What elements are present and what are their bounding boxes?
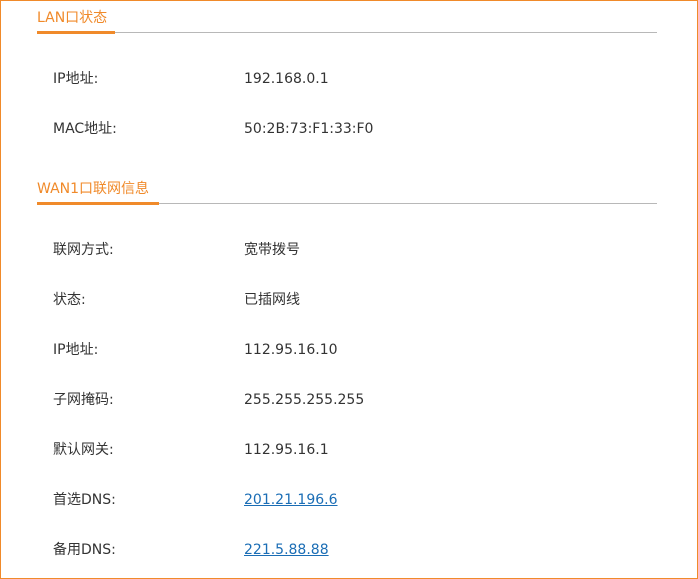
wan-subnet-mask-value: 255.255.255.255 — [244, 392, 365, 408]
wan-status-label: 状态: — [53, 292, 86, 308]
wan-secondary-dns-label: 备用DNS: — [53, 542, 116, 558]
lan-ip-value: 192.168.0.1 — [244, 71, 329, 87]
wan-ip-value: 112.95.16.10 — [244, 342, 338, 358]
lan-section-divider — [37, 32, 657, 33]
status-panel: LAN口状态 IP地址: 192.168.0.1 MAC地址: 50:2B:73… — [0, 0, 698, 579]
lan-mac-label: MAC地址: — [53, 121, 117, 137]
wan-section-accent-underline — [37, 202, 159, 205]
lan-section-title: LAN口状态 — [37, 10, 108, 26]
wan-status-value: 已插网线 — [244, 292, 300, 308]
wan-connection-type-label: 联网方式: — [53, 242, 114, 258]
lan-ip-label: IP地址: — [53, 71, 99, 87]
wan-section-title: WAN1口联网信息 — [37, 181, 150, 197]
lan-mac-value: 50:2B:73:F1:33:F0 — [244, 121, 374, 137]
wan-ip-label: IP地址: — [53, 342, 99, 358]
wan-default-gateway-label: 默认网关: — [53, 442, 114, 458]
wan-default-gateway-value: 112.95.16.1 — [244, 442, 329, 458]
wan-connection-type-value: 宽带拨号 — [244, 242, 300, 258]
lan-section-accent-underline — [37, 31, 115, 34]
wan-primary-dns-label: 首选DNS: — [53, 492, 116, 508]
wan-subnet-mask-label: 子网掩码: — [53, 392, 114, 408]
wan-primary-dns-link[interactable]: 201.21.196.6 — [244, 491, 338, 509]
wan-secondary-dns-link[interactable]: 221.5.88.88 — [244, 541, 329, 559]
